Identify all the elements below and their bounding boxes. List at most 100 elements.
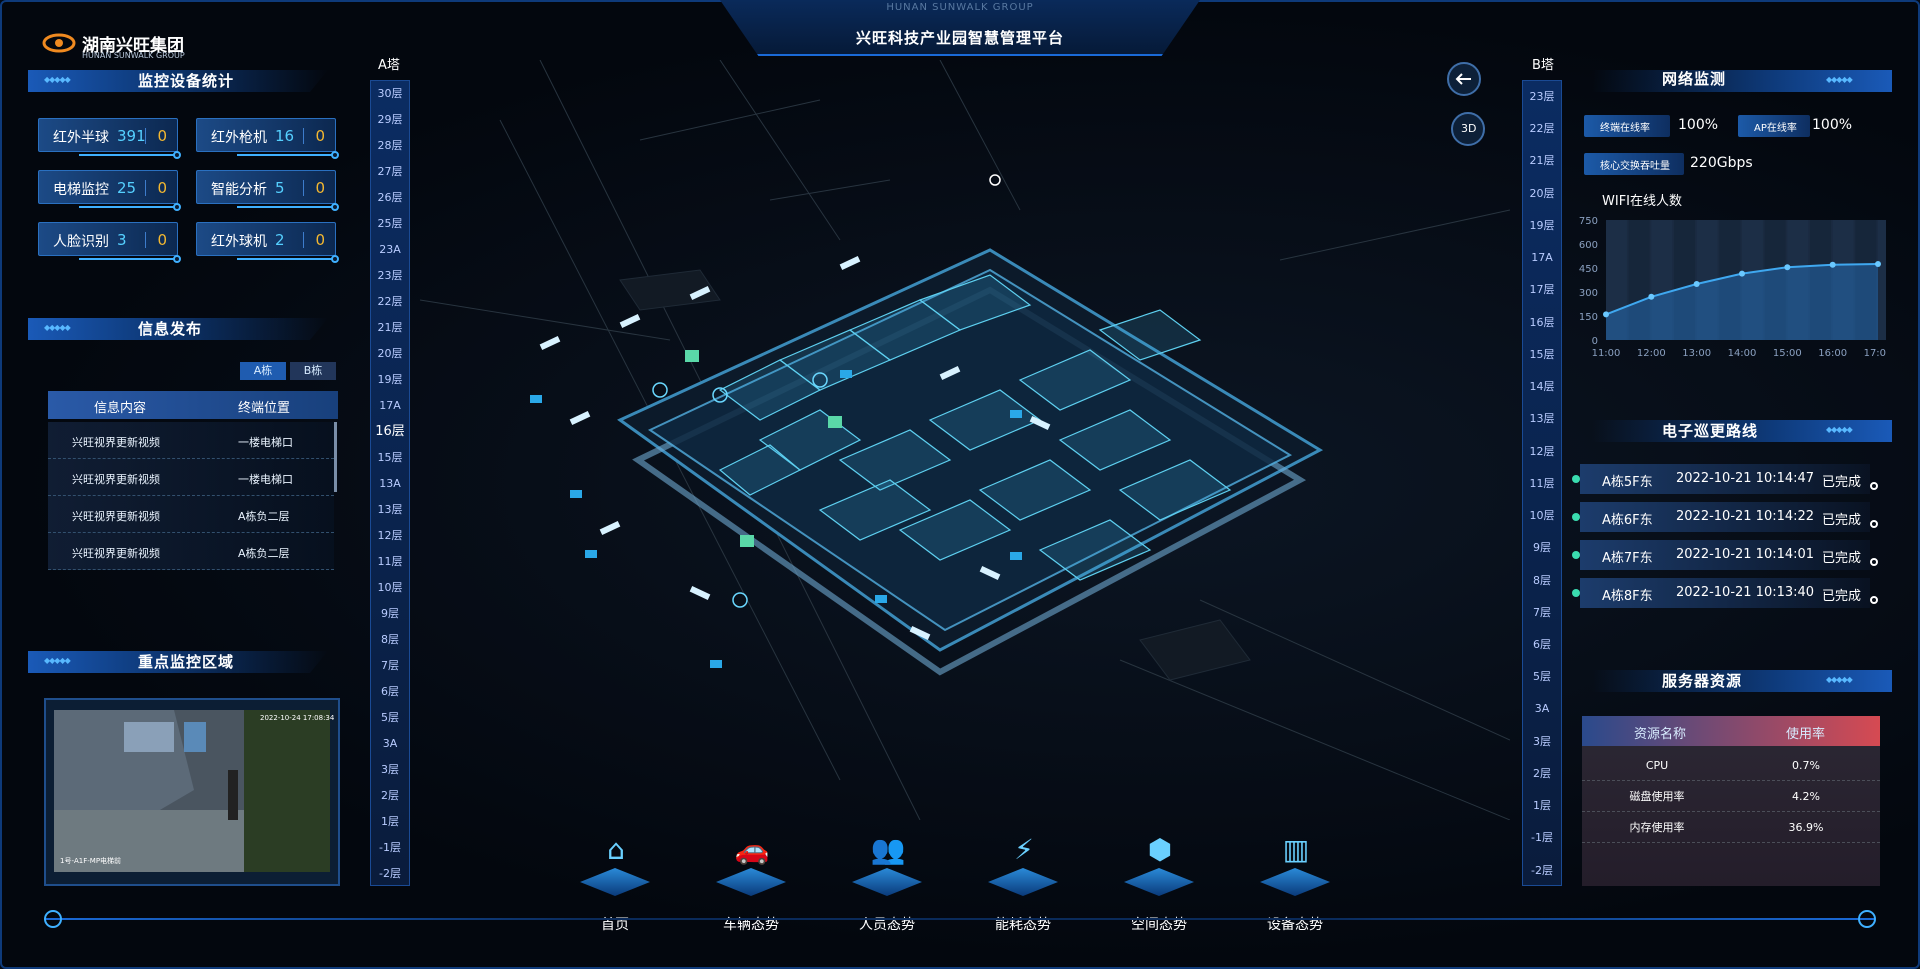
floor-item[interactable]: 1层	[371, 809, 409, 835]
floor-item[interactable]: 20层	[371, 341, 409, 367]
floor-item[interactable]: 12层	[371, 523, 409, 549]
floor-item[interactable]: 3A	[371, 731, 409, 757]
device-stat-card[interactable]: 红外球机 2 0	[196, 222, 339, 263]
tower-b-floor-list: 23层 22层 21层 20层 19层 17A 17层 16层 15层 14层 13层 12层 11层 1…	[1522, 80, 1562, 886]
floor-item[interactable]: 11层	[371, 549, 409, 575]
table-row[interactable]: 兴旺视界更新视频 A栋负二层	[48, 496, 334, 533]
floor-item[interactable]: 11层	[1523, 468, 1561, 500]
floor-item[interactable]: 17层	[1523, 274, 1561, 306]
floor-item[interactable]: 30层	[371, 81, 409, 107]
nav-button-4[interactable]: ⬢ 空间态势	[1104, 820, 1214, 940]
floor-item[interactable]: 10层	[371, 575, 409, 601]
device-stat-card[interactable]: 智能分析 5 0	[196, 170, 339, 211]
table-row: 内存使用率 36.9%	[1582, 812, 1880, 843]
floor-item[interactable]: 29层	[371, 107, 409, 133]
floor-item[interactable]: 14层	[1523, 371, 1561, 403]
floor-item[interactable]: 1层	[1523, 790, 1561, 822]
floor-item[interactable]: 26层	[371, 185, 409, 211]
nav-button-1[interactable]: 🚗 车辆态势	[696, 820, 806, 940]
floor-item[interactable]: 17A	[371, 393, 409, 419]
x-tick-label: 12:00	[1637, 348, 1666, 359]
floor-item[interactable]: -2层	[371, 861, 409, 887]
floor-item[interactable]: 9层	[371, 601, 409, 627]
floor-item[interactable]: 7层	[1523, 597, 1561, 629]
camera-timestamp: 2022-10-24 17:08:34	[260, 714, 335, 722]
table-row[interactable]: 兴旺视界更新视频 一楼电梯口	[48, 459, 334, 496]
floor-item[interactable]: 22层	[371, 289, 409, 315]
floor-item[interactable]: 5层	[1523, 661, 1561, 693]
floor-item[interactable]: 19层	[1523, 210, 1561, 242]
nav-button-3[interactable]: ⚡ 能耗态势	[968, 820, 1078, 940]
floor-item[interactable]: 23A	[371, 237, 409, 263]
floor-item[interactable]: 8层	[371, 627, 409, 653]
floor-item[interactable]: 19层	[371, 367, 409, 393]
floor-item[interactable]: 12层	[1523, 436, 1561, 468]
scrollbar[interactable]	[334, 422, 337, 492]
patrol-item[interactable]: A栋8F东 2022-10-21 10:13:40 已完成	[1572, 578, 1878, 608]
floor-item[interactable]: 6层	[1523, 629, 1561, 661]
view-mode-3d-button[interactable]: 3D	[1451, 112, 1485, 146]
tab-a-building[interactable]: A栋	[240, 362, 286, 380]
camera-frame[interactable]: 2022-10-24 17:08:34 1号-A1F-MP电梯前	[44, 698, 340, 886]
floor-item[interactable]: 6层	[371, 679, 409, 705]
back-arrow-icon[interactable]	[1447, 62, 1481, 96]
floor-item[interactable]: 13层	[371, 497, 409, 523]
table-row[interactable]: 兴旺视界更新视频 A栋负二层	[48, 533, 334, 570]
floor-item[interactable]: 23层	[371, 263, 409, 289]
floor-item[interactable]: 16层	[1523, 307, 1561, 339]
floor-item[interactable]: 22层	[1523, 113, 1561, 145]
floor-item[interactable]: -1层	[1523, 822, 1561, 854]
table-row[interactable]: 兴旺视界更新视频 一楼电梯口	[48, 422, 334, 459]
floor-item[interactable]: 28层	[371, 133, 409, 159]
patrol-item[interactable]: A栋5F东 2022-10-21 10:14:47 已完成	[1572, 464, 1878, 494]
floor-item[interactable]: 3层	[1523, 726, 1561, 758]
floor-item[interactable]: 15层	[371, 445, 409, 471]
floor-item[interactable]: 25层	[371, 211, 409, 237]
floor-item[interactable]: 13A	[371, 471, 409, 497]
tower-b-label: B塔	[1532, 58, 1554, 73]
patrol-item[interactable]: A栋6F东 2022-10-21 10:14:22 已完成	[1572, 502, 1878, 532]
stat-dot-icon	[173, 203, 181, 211]
device-stat-card[interactable]: 人脸识别 3 0	[38, 222, 181, 263]
data-point	[1693, 281, 1700, 287]
floor-item[interactable]: 3A	[1523, 693, 1561, 725]
floor-item[interactable]: 21层	[371, 315, 409, 341]
device-stat-card[interactable]: 电梯监控 25 0	[38, 170, 181, 211]
floor-item[interactable]: 20层	[1523, 178, 1561, 210]
device-stat-card[interactable]: 红外枪机 16 0	[196, 118, 339, 159]
device-stats-grid: 红外半球 391 0 红外枪机 16 0 电梯监控 25 0 智能分析 5 0 人脸识别 3 0 红外球机 2 0	[38, 118, 339, 268]
floor-item[interactable]: 23层	[1523, 81, 1561, 113]
floor-item[interactable]: 7层	[371, 653, 409, 679]
floor-item[interactable]: -1层	[371, 835, 409, 861]
floor-item[interactable]: 8层	[1523, 565, 1561, 597]
corner-dot	[44, 910, 62, 928]
nav-button-2[interactable]: 👥 人员态势	[832, 820, 942, 940]
floor-item[interactable]: 10层	[1523, 500, 1561, 532]
floor-item[interactable]: 27层	[371, 159, 409, 185]
floor-item[interactable]: 13层	[1523, 403, 1561, 435]
stat-dot-icon	[173, 255, 181, 263]
patrol-item[interactable]: A栋7F东 2022-10-21 10:14:01 已完成	[1572, 540, 1878, 570]
nav-button-5[interactable]: ▥ 设备态势	[1240, 820, 1350, 940]
floor-item[interactable]: 3层	[371, 757, 409, 783]
column-header: 资源名称	[1634, 727, 1687, 742]
floor-item[interactable]: 5层	[371, 705, 409, 731]
building-3d-map[interactable]	[420, 60, 1510, 820]
tab-b-building[interactable]: B栋	[290, 362, 336, 380]
floor-item[interactable]: -2层	[1523, 855, 1561, 887]
floor-item[interactable]: 9层	[1523, 532, 1561, 564]
floor-item[interactable]: 17A	[1523, 242, 1561, 274]
stat-dot-icon	[331, 255, 339, 263]
device-stat-card[interactable]: 红外半球 391 0	[38, 118, 181, 159]
floor-item[interactable]: 16层	[371, 419, 409, 445]
stat-underline	[237, 258, 333, 260]
panel-title-server: 服务器资源	[1662, 672, 1743, 690]
floor-item[interactable]: 2层	[1523, 758, 1561, 790]
wifi-chart-title: WIFI在线人数	[1602, 194, 1682, 209]
floor-item[interactable]: 21层	[1523, 145, 1561, 177]
x-tick-label: 16:00	[1818, 348, 1847, 359]
nav-button-0[interactable]: ⌂ 首页	[560, 820, 670, 940]
floor-item[interactable]: 2层	[371, 783, 409, 809]
floor-item[interactable]: 15层	[1523, 339, 1561, 371]
info-table-body: 兴旺视界更新视频 一楼电梯口 兴旺视界更新视频 一楼电梯口 兴旺视界更新视频 A栋负二层兴…	[48, 422, 334, 570]
